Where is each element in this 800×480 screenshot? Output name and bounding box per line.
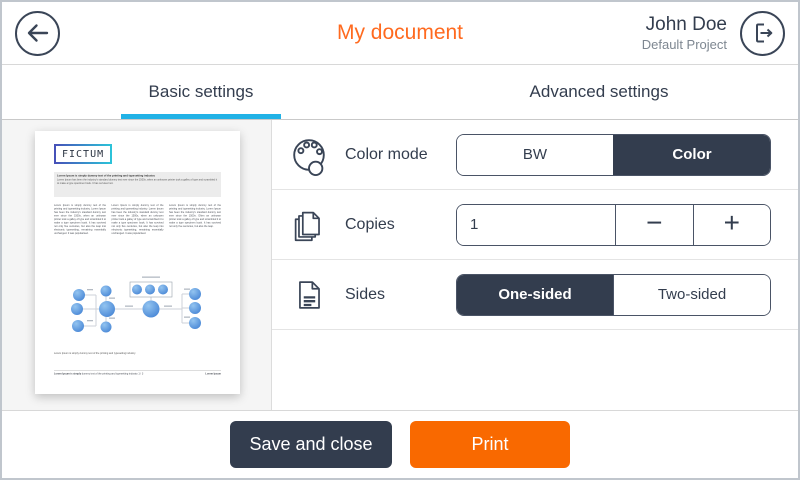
preview-abstract-block: Lorem Ipsum is simply dummy text of the …	[54, 172, 221, 197]
arrow-left-icon	[25, 20, 51, 46]
color-mode-option-bw[interactable]: BW	[457, 135, 613, 175]
color-mode-option-color[interactable]: Color	[613, 135, 770, 175]
print-button[interactable]: Print	[410, 421, 570, 468]
preview-column-2: Lorem Ipsum is simply dummy text of the …	[112, 204, 164, 236]
copies-icon	[288, 204, 330, 246]
tab-advanced-settings-label: Advanced settings	[530, 82, 669, 102]
preview-caption: Lorem Ipsum is simply dummy text of the …	[54, 352, 221, 360]
preview-bubble-diagram	[54, 273, 221, 347]
preview-column-1: Lorem Ipsum is simply dummy text of the …	[54, 204, 106, 236]
sides-toggle: One-sided Two-sided	[456, 274, 771, 316]
preview-footer-right: Lorem Ipsum	[205, 373, 221, 376]
color-mode-label: Color mode	[345, 146, 428, 164]
sides-icon	[288, 274, 330, 316]
setting-row-copies: Copies − +	[272, 190, 798, 260]
preview-footer-left-bold: Lorem Ipsum is simply	[54, 373, 81, 376]
setting-row-color-mode: Color mode BW Color	[272, 120, 798, 190]
plus-icon: +	[724, 209, 740, 237]
preview-page-footer: Lorem Ipsum is simply dummy text of the …	[54, 370, 221, 382]
setting-row-sides: Sides One-sided Two-sided	[272, 260, 798, 330]
minus-icon: −	[646, 209, 662, 237]
preview-logo: FICTUM	[54, 144, 112, 164]
sides-option-two-sided[interactable]: Two-sided	[613, 275, 770, 315]
content: FICTUM Lorem Ipsum is simply dummy text …	[2, 120, 798, 410]
preview-text-columns: Lorem Ipsum is simply dummy text of the …	[54, 204, 221, 263]
copies-input[interactable]	[457, 205, 615, 245]
preview-column-3: Lorem Ipsum is simply dummy text of the …	[169, 204, 221, 236]
user-info: John Doe Default Project	[642, 13, 727, 53]
user-name: John Doe	[642, 13, 727, 37]
app-window: My document John Doe Default Project Bas…	[0, 0, 800, 480]
footer-bar: Save and close Print	[2, 410, 798, 478]
color-mode-toggle: BW Color	[456, 134, 771, 176]
document-preview: FICTUM Lorem Ipsum is simply dummy text …	[35, 131, 240, 394]
save-and-close-button[interactable]: Save and close	[230, 421, 392, 468]
copies-increment-button[interactable]: +	[693, 205, 771, 245]
back-button[interactable]	[15, 11, 60, 56]
copies-label: Copies	[345, 216, 395, 234]
copies-stepper: − +	[456, 204, 771, 246]
tab-basic-settings[interactable]: Basic settings	[2, 65, 400, 119]
tab-advanced-settings[interactable]: Advanced settings	[400, 65, 798, 119]
preview-pane: FICTUM Lorem Ipsum is simply dummy text …	[2, 120, 272, 410]
sides-label: Sides	[345, 286, 385, 304]
tab-basic-settings-label: Basic settings	[149, 82, 254, 102]
preview-footer-left-rest: dummy text of the printing and typesetti…	[81, 373, 143, 376]
preview-abstract-body: Lorem Ipsum has been the industry's stan…	[57, 178, 218, 186]
active-tab-underline	[121, 114, 281, 119]
palette-icon	[288, 134, 330, 176]
tab-bar: Basic settings Advanced settings	[2, 65, 798, 120]
logout-icon	[750, 20, 776, 46]
user-project: Default Project	[642, 37, 727, 53]
sides-option-one-sided[interactable]: One-sided	[457, 275, 613, 315]
copies-decrement-button[interactable]: −	[615, 205, 693, 245]
settings-pane: Color mode BW Color	[272, 120, 798, 410]
logout-button[interactable]	[740, 11, 785, 56]
header: My document John Doe Default Project	[2, 2, 798, 65]
